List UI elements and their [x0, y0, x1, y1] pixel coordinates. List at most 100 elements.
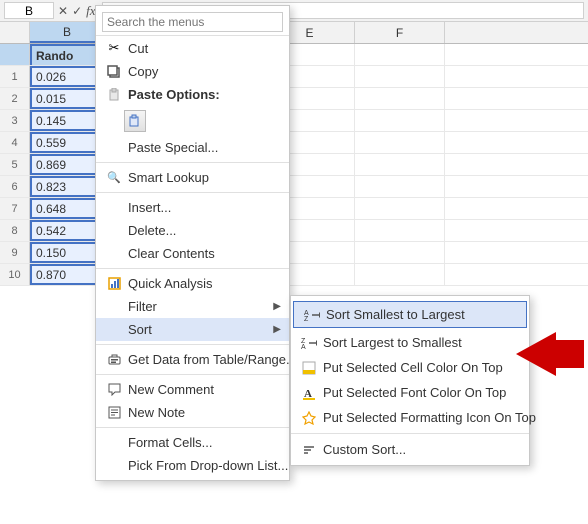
cell-f — [355, 88, 445, 109]
cell-color-icon — [299, 361, 319, 375]
menu-item-filter[interactable]: Filter ▶ — [96, 295, 289, 318]
sort-separator — [291, 433, 529, 434]
table-row[interactable]: 7 0.648 — [0, 198, 588, 220]
row-number: 6 — [0, 176, 30, 197]
cell-b[interactable]: 0.559 — [30, 132, 105, 153]
sort-format-icon-item[interactable]: Put Selected Formatting Icon On Top — [291, 405, 529, 430]
table-row[interactable]: 9 0.150 — [0, 242, 588, 264]
menu-item-insert[interactable]: Insert... — [96, 196, 289, 219]
sort-za-icon: ZA — [299, 336, 319, 350]
filter-arrow: ▶ — [273, 301, 281, 312]
sort-submenu: AZ Sort Smallest to Largest ZA Sort Larg… — [290, 295, 530, 466]
col-b-header[interactable]: B — [30, 22, 105, 43]
comment-icon — [104, 383, 124, 396]
cell-f — [355, 220, 445, 241]
menu-item-cut[interactable]: ✂ Cut — [96, 36, 289, 60]
paste-icon — [104, 88, 124, 102]
cell-b[interactable]: 0.823 — [30, 176, 105, 197]
menu-item-paste-special[interactable]: Paste Special... — [96, 136, 289, 159]
table-row[interactable]: 6 0.823 — [0, 176, 588, 198]
svg-text:A: A — [301, 344, 306, 350]
sort-smallest-item[interactable]: AZ Sort Smallest to Largest — [293, 301, 527, 328]
quick-analysis-icon — [104, 277, 124, 290]
table-row[interactable]: 10 0.870 — [0, 264, 588, 286]
menu-item-copy[interactable]: Copy — [96, 60, 289, 83]
cell-f — [355, 198, 445, 219]
cell-b-header[interactable]: Rando — [30, 44, 105, 65]
cell-f — [355, 110, 445, 131]
custom-sort-icon — [299, 443, 319, 457]
cell-b[interactable]: 0.870 — [30, 264, 105, 285]
table-row[interactable]: 2 0.015 — [0, 88, 588, 110]
cell-b[interactable]: 0.026 — [30, 66, 105, 87]
confirm-icon[interactable]: ✓ — [72, 4, 82, 18]
cell-f — [355, 154, 445, 175]
name-box[interactable]: B — [4, 2, 54, 19]
svg-text:Z: Z — [304, 316, 309, 322]
row-number: 8 — [0, 220, 30, 241]
cell-b[interactable]: 0.150 — [30, 242, 105, 263]
cell-b[interactable]: 0.648 — [30, 198, 105, 219]
cell-b[interactable]: 0.145 — [30, 110, 105, 131]
row-number: 2 — [0, 88, 30, 109]
menu-item-delete[interactable]: Delete... — [96, 219, 289, 242]
table-row[interactable]: 1 0.026 — [0, 66, 588, 88]
menu-item-smart-lookup[interactable]: 🔍 Smart Lookup — [96, 166, 289, 189]
table-row[interactable]: 8 0.542 — [0, 220, 588, 242]
sort-font-color-item[interactable]: A Put Selected Font Color On Top — [291, 380, 529, 405]
smart-lookup-icon: 🔍 — [104, 171, 124, 184]
font-color-icon: A — [299, 386, 319, 400]
sort-largest-item[interactable]: ZA Sort Largest to Smallest — [291, 330, 529, 355]
cell-f-header — [355, 44, 445, 65]
sort-az-icon: AZ — [302, 308, 322, 322]
table-row[interactable]: 4 0.559 — [0, 132, 588, 154]
menu-search-input[interactable] — [102, 12, 283, 32]
row-number: 3 — [0, 110, 30, 131]
cell-f — [355, 66, 445, 87]
context-menu: ✂ Cut Copy Paste Options: Paste Special.… — [95, 5, 290, 481]
menu-item-new-note[interactable]: New Note — [96, 401, 289, 424]
cell-b[interactable]: 0.015 — [30, 88, 105, 109]
cut-icon: ✂ — [104, 40, 124, 56]
menu-item-paste-options: Paste Options: — [96, 83, 289, 106]
separator-3 — [96, 268, 289, 269]
table-row[interactable]: 5 0.869 — [0, 154, 588, 176]
row-number: 7 — [0, 198, 30, 219]
sort-arrow: ▶ — [273, 324, 281, 335]
table-row[interactable]: 3 0.145 — [0, 110, 588, 132]
paste-special-icon[interactable] — [124, 110, 146, 132]
cell-f — [355, 242, 445, 263]
row-num-header-data — [0, 44, 30, 65]
menu-search-container — [96, 9, 289, 36]
get-data-icon — [104, 353, 124, 366]
row-num-header — [0, 22, 30, 43]
sort-cell-color-item[interactable]: Put Selected Cell Color On Top — [291, 355, 529, 380]
row-number: 4 — [0, 132, 30, 153]
cell-b[interactable]: 0.542 — [30, 220, 105, 241]
red-arrow-indicator — [516, 332, 584, 379]
row-number: 10 — [0, 264, 30, 285]
col-f-header[interactable]: F — [355, 22, 445, 43]
cell-f — [355, 176, 445, 197]
formatting-icon-icon — [299, 411, 319, 425]
menu-item-clear-contents[interactable]: Clear Contents — [96, 242, 289, 265]
cell-f — [355, 132, 445, 153]
menu-item-format-cells[interactable]: Format Cells... — [96, 431, 289, 454]
separator-6 — [96, 427, 289, 428]
row-number: 5 — [0, 154, 30, 175]
separator-2 — [96, 192, 289, 193]
note-icon — [104, 406, 124, 419]
copy-icon — [104, 65, 124, 79]
row-number: 9 — [0, 242, 30, 263]
cell-b[interactable]: 0.869 — [30, 154, 105, 175]
menu-item-sort[interactable]: Sort ▶ — [96, 318, 289, 341]
menu-item-quick-analysis[interactable]: Quick Analysis — [96, 272, 289, 295]
menu-item-pick-dropdown[interactable]: Pick From Drop-down List... — [96, 454, 289, 477]
cell-f — [355, 264, 445, 285]
menu-item-paste-icon-row[interactable] — [96, 106, 289, 136]
sort-custom-item[interactable]: Custom Sort... — [291, 437, 529, 462]
menu-item-get-data[interactable]: Get Data from Table/Range... — [96, 348, 289, 371]
menu-item-new-comment[interactable]: New Comment — [96, 378, 289, 401]
row-number: 1 — [0, 66, 30, 87]
close-icon[interactable]: ✕ — [58, 4, 68, 18]
